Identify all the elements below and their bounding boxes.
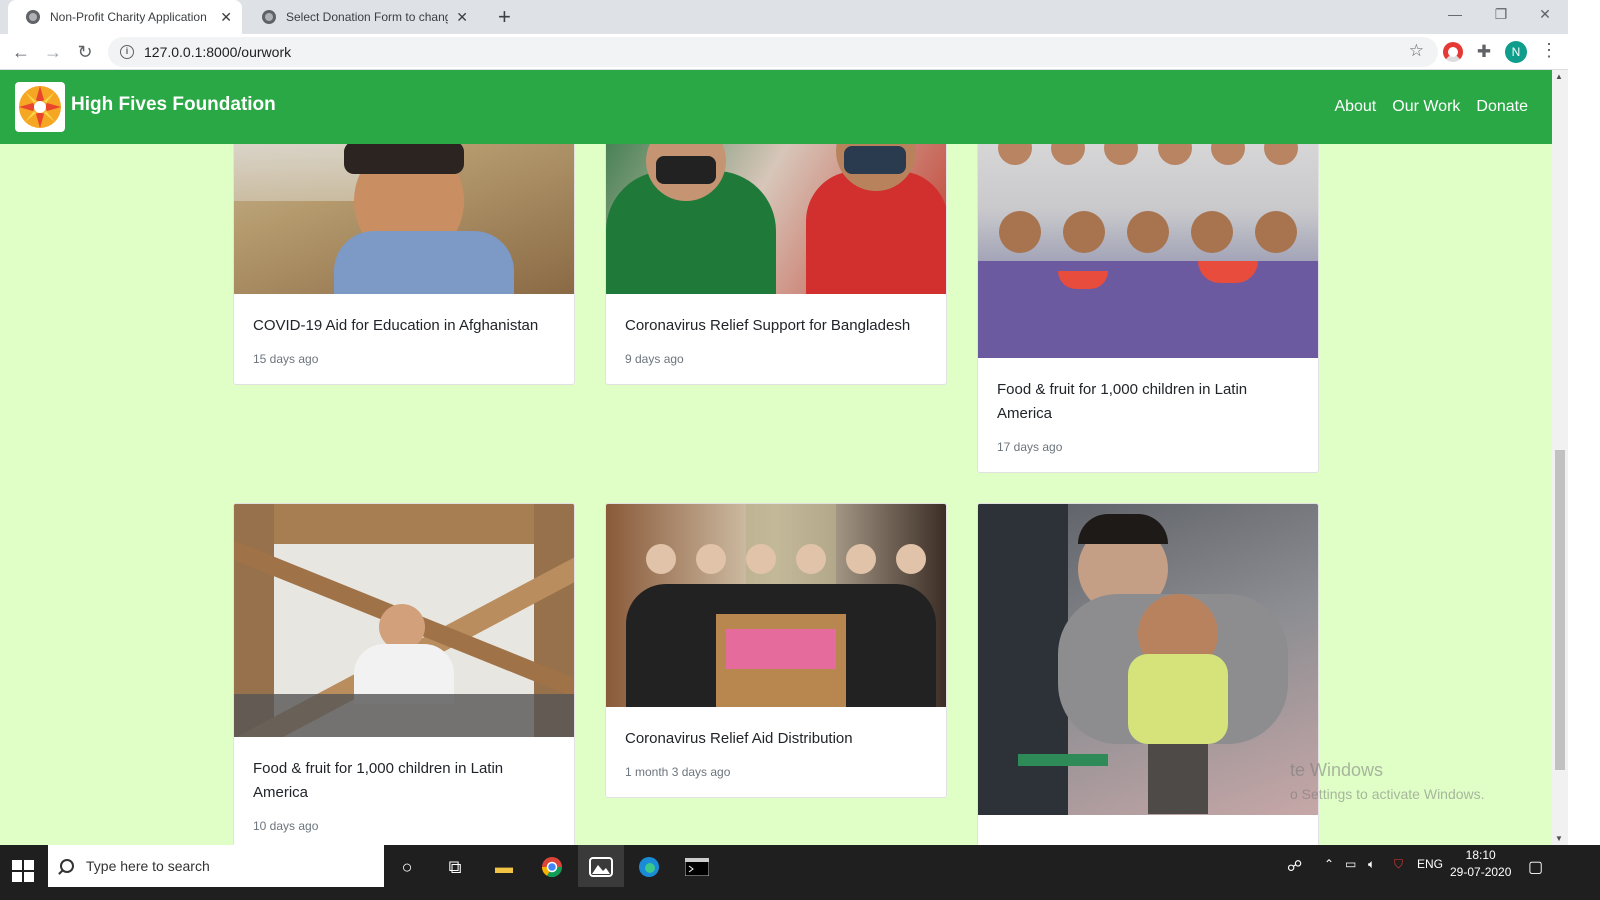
photos-icon[interactable]: [587, 853, 615, 881]
scroll-up-icon[interactable]: ▲: [1555, 72, 1563, 81]
scroll-down-icon[interactable]: ▼: [1555, 834, 1563, 843]
back-icon[interactable]: ←: [9, 40, 33, 64]
extension-icon[interactable]: [1443, 42, 1463, 62]
notifications-icon[interactable]: ▢: [1528, 857, 1543, 877]
scrollbar-thumb[interactable]: [1555, 450, 1565, 770]
brand-name[interactable]: High Fives Foundation: [71, 94, 276, 116]
card-title[interactable]: Food & fruit for 1,000 children in Latin…: [997, 378, 1299, 426]
card-title[interactable]: Food & fruit for 1,000 children in Latin…: [253, 757, 555, 805]
browser-toolbar: ← → ↻ i 127.0.0.1:8000/ourwork ☆ ✚ N ⋮: [0, 34, 1600, 70]
browser-tab-strip: Non-Profit Charity Application ✕ Select …: [0, 0, 1600, 34]
close-tab-icon[interactable]: ✕: [220, 9, 232, 26]
url-text: 127.0.0.1:8000/ourwork: [144, 44, 292, 60]
nav-donate-link[interactable]: Donate: [1476, 98, 1528, 116]
profile-avatar[interactable]: N: [1505, 41, 1527, 63]
project-card[interactable]: Food & fruit for 1,000 children in Latin…: [233, 503, 575, 845]
project-card[interactable]: [977, 503, 1319, 845]
project-card[interactable]: Coronavirus Relief Aid Distribution 1 mo…: [605, 503, 947, 798]
info-icon[interactable]: i: [120, 45, 134, 59]
foundation-logo[interactable]: [15, 82, 65, 132]
file-explorer-icon[interactable]: ▬: [490, 853, 518, 881]
puzzle-icon[interactable]: ✚: [1474, 42, 1494, 62]
close-tab-icon[interactable]: ✕: [456, 9, 468, 26]
volume-icon[interactable]: 🔈︎: [1368, 857, 1375, 872]
restore-icon[interactable]: ❐: [1478, 0, 1524, 30]
clock-date: 29-07-2020: [1450, 865, 1512, 879]
network-icon[interactable]: ▭: [1345, 857, 1356, 871]
project-card[interactable]: Food & fruit for 1,000 children in Latin…: [977, 110, 1319, 473]
edge-icon[interactable]: [635, 853, 663, 881]
security-icon[interactable]: ⛉: [1394, 857, 1403, 872]
card-date: 9 days ago: [625, 352, 684, 366]
tab-title: Non-Profit Charity Application: [50, 10, 207, 24]
project-image: [606, 504, 946, 707]
project-image: [978, 111, 1318, 358]
tab-title: Select Donation Form to change: [286, 10, 449, 24]
clock-time: 18:10: [1465, 848, 1496, 862]
search-icon: [60, 859, 74, 873]
card-date: 10 days ago: [253, 819, 319, 833]
project-image: [234, 504, 574, 737]
tray-chevron-icon[interactable]: ⌃: [1324, 857, 1334, 871]
nav-our-work-link[interactable]: Our Work: [1392, 98, 1460, 116]
task-view-icon[interactable]: ⧉: [441, 853, 469, 881]
card-date: 17 days ago: [997, 440, 1063, 454]
terminal-icon[interactable]: [683, 853, 711, 881]
windows-start-icon[interactable]: [12, 860, 34, 882]
card-title[interactable]: Coronavirus Relief Support for Banglades…: [625, 314, 927, 338]
nav-about-link[interactable]: About: [1334, 98, 1376, 116]
taskbar-clock[interactable]: 18:10 29-07-2020: [1450, 847, 1511, 881]
card-date: 1 month 3 days ago: [625, 765, 731, 779]
address-bar[interactable]: i 127.0.0.1:8000/ourwork ☆: [108, 37, 1438, 67]
people-icon[interactable]: ☍: [1287, 857, 1302, 875]
language-indicator[interactable]: ENG: [1417, 857, 1443, 871]
globe-icon: [26, 10, 40, 24]
page-scrollbar[interactable]: ▲ ▼: [1552, 70, 1568, 845]
minimize-icon[interactable]: —: [1432, 0, 1478, 30]
project-image: [978, 504, 1318, 815]
cortana-icon[interactable]: ○: [393, 853, 421, 881]
site-nav-links: About Our Work Donate: [1334, 98, 1528, 116]
card-title[interactable]: Coronavirus Relief Aid Distribution: [625, 727, 927, 751]
project-card[interactable]: Coronavirus Relief Support for Banglades…: [605, 110, 947, 385]
tab-non-profit[interactable]: Non-Profit Charity Application ✕: [8, 0, 242, 34]
close-window-icon[interactable]: ✕: [1522, 0, 1568, 30]
project-card[interactable]: COVID-19 Aid for Education in Afghanista…: [233, 110, 575, 385]
site-navbar: High Fives Foundation About Our Work Don…: [0, 70, 1552, 144]
windows-taskbar: Type here to search ○ ⧉ ▬ ☍ ⌃ ▭ 🔈︎ ⛉ ENG…: [0, 845, 1600, 900]
new-tab-icon[interactable]: +: [498, 4, 511, 30]
taskbar-search-input[interactable]: Type here to search: [48, 845, 384, 887]
globe-icon: [262, 10, 276, 24]
windows-activation-subtext: o Settings to activate Windows.: [1290, 786, 1485, 802]
card-date: 15 days ago: [253, 352, 319, 366]
tab-donation-form[interactable]: Select Donation Form to change ✕: [244, 0, 478, 34]
window-edge: [1568, 0, 1600, 900]
forward-icon[interactable]: →: [41, 40, 65, 64]
bookmark-star-icon[interactable]: ☆: [1409, 41, 1424, 61]
card-title[interactable]: COVID-19 Aid for Education in Afghanista…: [253, 314, 555, 338]
windows-activation-watermark: te Windows: [1290, 760, 1384, 780]
menu-icon[interactable]: ⋮: [1540, 40, 1558, 61]
page-viewport: High Fives Foundation About Our Work Don…: [0, 70, 1552, 845]
reload-icon[interactable]: ↻: [73, 40, 97, 64]
chrome-icon[interactable]: [538, 853, 566, 881]
taskbar-search-placeholder: Type here to search: [86, 858, 210, 874]
